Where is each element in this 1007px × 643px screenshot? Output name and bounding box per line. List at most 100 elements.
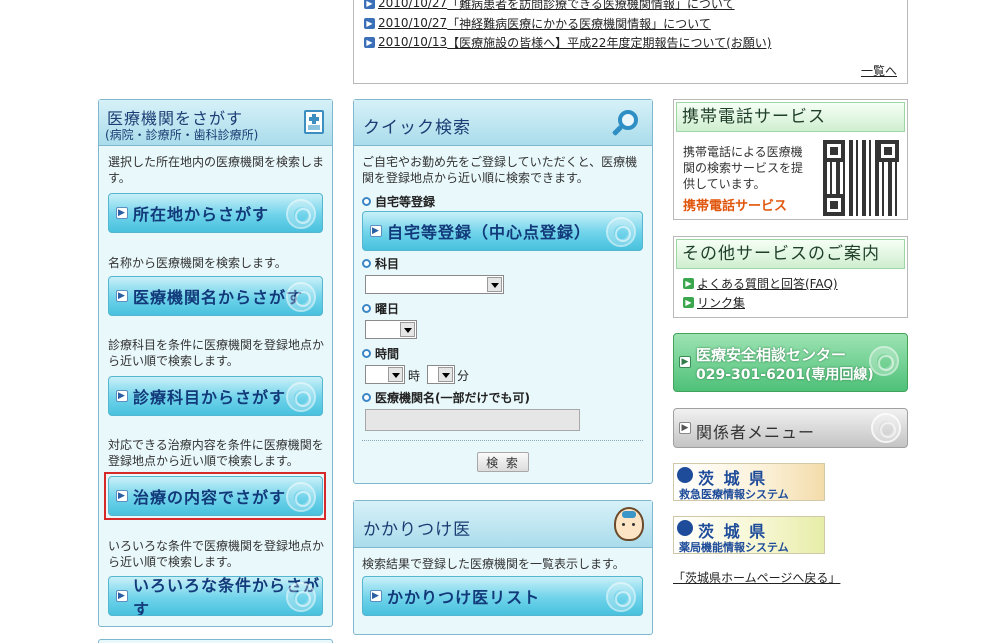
swirl-icon <box>286 282 316 312</box>
staff-menu-label: 関係者メニュー <box>696 423 816 442</box>
section-desc: 診療科目を条件に医療機関を登録地点から近い順で検索します。 <box>108 338 325 368</box>
other-services-box: その他サービスのご案内 ▶ よくある質問と回答(FAQ) ▶ リンク集 <box>673 236 908 318</box>
news-date[interactable]: 2010/10/27 <box>378 16 447 30</box>
news-more-link[interactable]: 一覧へ <box>861 62 897 79</box>
selection-highlight <box>104 472 326 520</box>
button-label: 医療機関名からさがす <box>133 288 304 307</box>
arrow-right-icon: ▶ <box>364 36 375 48</box>
panel-subtitle: (病院・診療所・歯科診療所) <box>105 128 259 142</box>
day-select[interactable] <box>365 320 417 339</box>
search-by-various-conditions-button[interactable]: ▶ いろいろな条件からさがす <box>108 576 323 616</box>
arrow-right-icon: ▶ <box>116 290 128 302</box>
swirl-icon <box>286 582 316 612</box>
swirl-icon <box>286 199 316 229</box>
swirl-icon <box>869 346 899 376</box>
staff-menu-button[interactable]: ▶ 関係者メニュー <box>673 408 908 448</box>
bullet-icon <box>362 393 371 402</box>
minute-unit: 分 <box>457 369 470 383</box>
section-desc: 名称から医療機関を検索します。 <box>108 256 287 270</box>
news-title[interactable]: 【医療施設の皆様へ】平成22年度定期報告について(お願い) <box>447 34 771 51</box>
chevron-down-icon[interactable] <box>487 277 502 292</box>
box-title: 携帯電話サービス <box>676 102 905 132</box>
safety-center-title: 医療安全相談センター <box>696 346 847 364</box>
panel-header: 医療機関をさがす (病院・診療所・歯科診療所) <box>99 100 332 146</box>
arrow-right-icon: ▶ <box>364 17 375 29</box>
button-label: かかりつけ医リスト <box>387 588 541 607</box>
next-panel-edge <box>98 639 333 643</box>
panel-header: クイック検索 <box>354 100 652 146</box>
day-label: 曜日 <box>362 300 399 317</box>
swirl-icon <box>606 217 636 247</box>
bullet-icon <box>362 259 371 268</box>
chevron-down-icon[interactable] <box>400 322 415 337</box>
news-date[interactable]: 2010/10/27 <box>378 0 447 10</box>
dept-select[interactable] <box>365 275 504 294</box>
mobile-service-link[interactable]: 携帯電話サービス <box>683 195 787 214</box>
magnifier-icon <box>611 108 640 137</box>
button-label: 診療科目からさがす <box>133 388 287 407</box>
swirl-icon <box>606 582 636 612</box>
arrow-right-icon: ▶ <box>679 356 691 368</box>
hospital-icon <box>304 110 324 134</box>
section-desc: 対応できる治療内容を条件に医療機関を登録地点から近い順で検索します。 <box>108 438 324 468</box>
search-by-name-button[interactable]: ▶ 医療機関名からさがす <box>108 276 323 316</box>
banner-name: 救急医療情報システム <box>679 488 789 501</box>
news-box: ▶ 2010/10/27 「難病患者を訪問診療できる医療機関情報」について ▶ … <box>353 0 908 84</box>
bullet-icon <box>362 349 371 358</box>
arrow-right-icon: ▶ <box>683 297 694 308</box>
hour-select[interactable] <box>365 365 405 384</box>
divider <box>362 440 643 441</box>
family-doctor-desc: 検索結果で登録した医療機関を一覧表示します。 <box>362 557 625 571</box>
panel-title: かかりつけ医 <box>363 520 472 540</box>
dept-label: 科目 <box>362 255 399 272</box>
news-item[interactable]: ▶ 2010/10/27 「神経難病医療にかかる医療機関情報」について <box>364 14 711 32</box>
news-title[interactable]: 「神経難病医療にかかる医療機関情報」について <box>447 15 711 32</box>
arrow-right-icon: ▶ <box>116 207 128 219</box>
chevron-down-icon[interactable] <box>388 367 403 382</box>
ibaraki-logo-icon <box>677 520 693 536</box>
minute-select[interactable] <box>427 365 455 384</box>
arrow-right-icon: ▶ <box>116 390 128 402</box>
search-button[interactable]: 検 索 <box>477 452 529 472</box>
links-page-link[interactable]: ▶ リンク集 <box>683 294 745 311</box>
safety-center-button[interactable]: ▶ 医療安全相談センター 029-301-6201(専用回線) <box>673 333 908 392</box>
arrow-right-icon: ▶ <box>679 422 691 434</box>
search-by-location-button[interactable]: ▶ 所在地からさがす <box>108 193 323 233</box>
time-label: 時間 <box>362 345 399 362</box>
facility-name-input[interactable] <box>365 409 580 431</box>
swirl-icon <box>286 382 316 412</box>
safety-center-phone: 029-301-6201(専用回線) <box>696 367 874 383</box>
news-item[interactable]: ▶ 2010/10/13 【医療施設の皆様へ】平成22年度定期報告について(お願… <box>364 33 771 51</box>
name-label: 医療機関名(一部だけでも可) <box>362 389 530 406</box>
news-title[interactable]: 「難病患者を訪問診療できる医療機関情報」について <box>447 0 734 12</box>
arrow-right-icon: ▶ <box>116 590 128 602</box>
faq-link[interactable]: ▶ よくある質問と回答(FAQ) <box>683 275 838 292</box>
search-by-department-button[interactable]: ▶ 診療科目からさがす <box>108 376 323 416</box>
pharmacy-info-banner[interactable]: 茨 城 県 薬局機能情報システム <box>673 516 825 554</box>
emergency-info-banner[interactable]: 茨 城 県 救急医療情報システム <box>673 463 825 501</box>
box-title: その他サービスのご案内 <box>676 239 905 269</box>
hour-unit: 時 <box>408 369 421 383</box>
button-label: 自宅等登録（中心点登録） <box>387 223 592 242</box>
mobile-desc: 携帯電話による医療機関の検索サービスを提供しています。 <box>683 145 804 191</box>
family-doctor-list-button[interactable]: ▶ かかりつけ医リスト <box>362 576 643 616</box>
arrow-right-icon: ▶ <box>370 590 382 602</box>
panel-header: かかりつけ医 <box>354 501 652 548</box>
arrow-right-icon: ▶ <box>364 0 375 9</box>
back-to-prefecture-link[interactable]: 「茨城県ホームページへ戻る」 <box>673 569 840 586</box>
swirl-icon <box>871 413 901 443</box>
mobile-service-box: 携帯電話サービス 携帯電話による医療機関の検索サービスを提供しています。 携帯電… <box>673 99 908 220</box>
home-label: 自宅等登録 <box>362 193 435 210</box>
home-register-button[interactable]: ▶ 自宅等登録（中心点登録） <box>362 211 643 251</box>
button-label: 所在地からさがす <box>133 205 270 224</box>
arrow-right-icon: ▶ <box>683 278 694 289</box>
ibaraki-logo-icon <box>677 467 693 483</box>
news-item[interactable]: ▶ 2010/10/27 「難病患者を訪問診療できる医療機関情報」について <box>364 0 735 12</box>
section-desc: いろいろな条件で医療機関を登録地点から近い順で検索します。 <box>108 539 325 569</box>
news-date[interactable]: 2010/10/13 <box>378 35 447 49</box>
arrow-right-icon: ▶ <box>370 225 382 237</box>
section-desc: 選択した所在地内の医療機関を検索します。 <box>108 155 325 185</box>
doctor-icon <box>614 507 644 541</box>
bullet-icon <box>362 304 371 313</box>
chevron-down-icon[interactable] <box>438 367 453 382</box>
